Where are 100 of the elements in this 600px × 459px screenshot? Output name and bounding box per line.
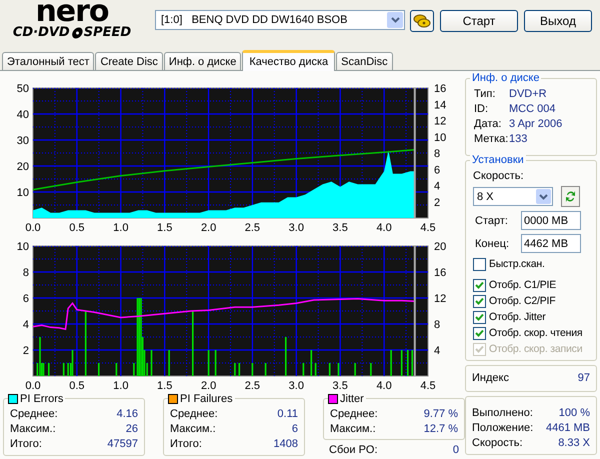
axis-label: 10 [434, 132, 446, 144]
stat-value: 9.77 % [424, 407, 458, 422]
axis-label: 2 [434, 196, 440, 209]
axis-label: 3.0 [288, 222, 304, 234]
refresh-button[interactable] [561, 186, 580, 207]
stat-value: 26 [126, 422, 138, 437]
speed-label: Скорость: [473, 169, 524, 184]
disc-icon [70, 27, 84, 39]
axis-label: 3.5 [332, 380, 348, 392]
axis-label: 16 [434, 267, 446, 279]
axis-label: 1.5 [157, 222, 172, 234]
stat-value: 0.11 [277, 407, 298, 422]
checkbox[interactable] [473, 310, 486, 324]
logo-subtitle: SPEED [84, 26, 132, 40]
end-field[interactable]: 4462 MB [521, 234, 581, 253]
checkbox-label: Отобр. C1/PIE [489, 279, 556, 291]
field-label: Конец: [474, 238, 510, 250]
group-title: Установки [470, 154, 526, 166]
axis-label: 4.0 [376, 222, 392, 234]
axis-label: 2.0 [200, 222, 216, 234]
info-value: 3 Apr 2006 [509, 117, 562, 132]
info-label: Метка: [474, 132, 509, 147]
stat-label: Итого: [10, 437, 42, 452]
start-button[interactable]: Старт [440, 10, 518, 32]
progress-value: 8.33 X [558, 436, 590, 451]
checkbox[interactable] [473, 294, 486, 308]
axis-label: 16 [434, 83, 446, 95]
axis-label: 50 [16, 83, 29, 95]
field-label: Старт: [474, 214, 509, 226]
axis-label: 4 [434, 180, 440, 192]
progress-value: 4461 MB [546, 421, 590, 436]
progress-label: Выполнено: [472, 406, 533, 421]
checkbox-label: Отобр. скор. чтения [489, 327, 582, 339]
info-value: MCC 004 [509, 102, 556, 117]
speed-dropdown[interactable]: 8 X [473, 187, 553, 206]
axis-label: 3.0 [288, 380, 304, 392]
axis-label: 0.0 [25, 222, 41, 234]
group-title: Инф. о диске [470, 72, 542, 84]
checkbox[interactable] [473, 326, 486, 340]
axis-label: 1.5 [157, 380, 172, 392]
axis-label: 3.5 [332, 222, 348, 234]
stat-label: Среднее: [10, 407, 58, 422]
info-label: ID: [474, 102, 490, 117]
group-title: Jitter [340, 392, 364, 404]
axis-label: 8 [22, 267, 29, 279]
group-title: PI Failures [180, 392, 233, 404]
axis-label: 4.5 [420, 380, 436, 392]
axis-label: 6 [434, 164, 440, 176]
discs-button[interactable] [410, 10, 434, 32]
refresh-icon [564, 189, 577, 204]
checkbox[interactable] [473, 278, 486, 292]
caret-icon [387, 12, 403, 28]
axis-label: 8 [434, 148, 440, 160]
group-title: PI Errors [20, 392, 64, 404]
axis-label: 4 [434, 345, 440, 357]
axis-label: 10 [16, 241, 29, 253]
axis-label: 20 [434, 241, 446, 253]
stat-label: Максим.: [10, 422, 56, 437]
axis-label: 12 [434, 293, 446, 305]
logo-subtitle: CD·DVD [12, 26, 70, 40]
checkbox-label: Отобр. скор. записи [489, 343, 582, 355]
drive-dropdown[interactable]: [1:0] BENQ DVD DD DW1640 BSOB [155, 10, 405, 30]
exit-button[interactable]: Выход [524, 10, 592, 32]
axis-label: 0.5 [69, 222, 85, 234]
axis-label: 4.5 [420, 222, 436, 234]
index-label: Индекс [472, 371, 509, 386]
stat-value: 4.16 [116, 407, 138, 422]
logo-wordmark: nero [35, 0, 109, 26]
tab[interactable]: Инф. о диске [164, 52, 242, 70]
checkbox[interactable] [473, 258, 486, 270]
axis-label: 4.0 [376, 380, 392, 392]
info-value: 133 [509, 132, 528, 147]
stat-label: Максим.: [330, 422, 376, 437]
axis-label: 0.5 [69, 380, 85, 392]
axis-label: 2.5 [244, 222, 260, 234]
axis-label: 2.0 [200, 380, 216, 392]
tab[interactable]: Create Disc [95, 52, 163, 70]
index-value: 97 [578, 371, 590, 386]
axis-label: 14 [434, 99, 446, 112]
tab[interactable]: Качество диска [242, 50, 336, 71]
stat-value: 1408 [274, 437, 298, 452]
axis-label: 2.5 [244, 380, 260, 392]
info-label: Дата: [474, 117, 502, 132]
axis-label: 2 [22, 345, 29, 357]
tab[interactable]: ScanDisc [336, 52, 393, 70]
progress-label: Скорость: [472, 436, 523, 451]
stat-value: 0 [452, 444, 459, 456]
axis-label: 1.0 [113, 222, 128, 234]
stat-label: Итого: [170, 437, 202, 452]
tab[interactable]: Эталонный тест [2, 52, 94, 70]
start-field[interactable]: 0000 MB [521, 211, 581, 230]
axis-label: 0.0 [25, 380, 41, 392]
checkbox-label: Отобр. C2/PIF [489, 295, 556, 307]
axis-label: 30 [16, 135, 29, 147]
info-label: Тип: [474, 87, 496, 102]
axis-label: 6 [22, 293, 29, 305]
progress-label: Положение: [472, 421, 534, 436]
stat-label: Среднее: [170, 407, 218, 422]
axis-label: 1.0 [113, 380, 128, 392]
checkbox-label: Отобр. Jitter [489, 311, 546, 323]
